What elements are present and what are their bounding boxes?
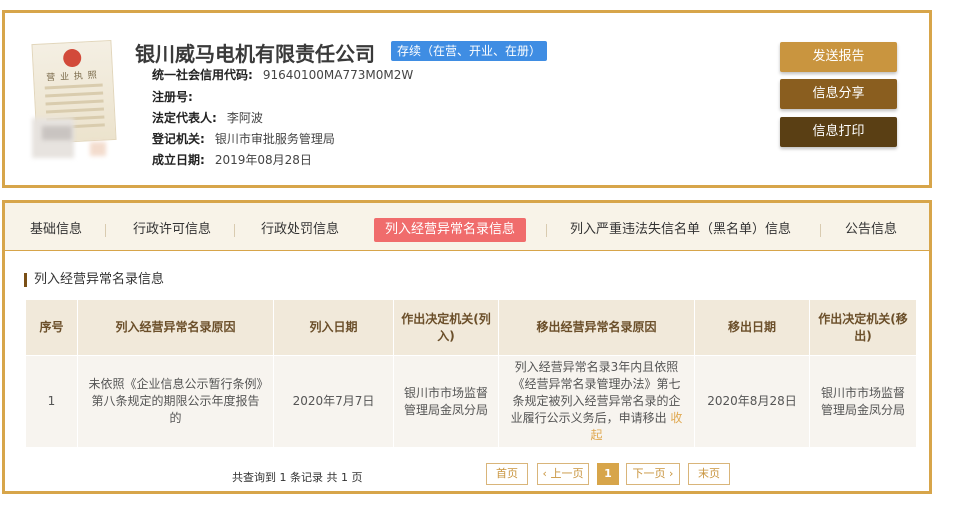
tab-divider <box>234 224 235 237</box>
blurred-region <box>42 126 72 140</box>
tab-divider <box>820 224 821 237</box>
info-label: 登记机关: <box>152 132 205 146</box>
info-registration-number: 注册号: <box>152 88 203 105</box>
info-credit-code: 统一社会信用代码: 91640100MA773M0M2W <box>152 66 413 83</box>
company-name: 银川威马电机有限责任公司 <box>135 42 375 66</box>
license-title: 营 业 执 照 <box>45 70 99 84</box>
national-emblem-icon <box>62 48 82 68</box>
info-value: 李阿波 <box>226 111 263 125</box>
cell-remove-reason: 列入经营异常名录3年内且依照《经营异常名录管理办法》第七条规定被列入经营异常名录… <box>498 355 695 448</box>
blurred-region <box>90 142 106 156</box>
column-header: 移出日期 <box>694 299 810 356</box>
info-label: 成立日期: <box>152 153 205 167</box>
info-value: 2019年08月28日 <box>214 153 312 167</box>
tab-admin-license[interactable]: 行政许可信息 <box>122 218 222 242</box>
cell-date-out: 2020年8月28日 <box>694 355 810 448</box>
info-value: 银川市审批服务管理局 <box>214 132 335 146</box>
table-row: 1 未依照《企业信息公示暂行条例》第八条规定的期限公示年度报告的 2020年7月… <box>25 355 917 448</box>
column-header: 列入经营异常名录原因 <box>77 299 274 356</box>
info-label: 法定代表人: <box>152 111 217 125</box>
tab-blacklist[interactable]: 列入严重违法失信名单（黑名单）信息 <box>559 218 802 242</box>
status-badge: 存续（在营、开业、在册） <box>391 41 548 61</box>
column-header: 作出决定机关(移出) <box>809 299 917 356</box>
section-title: 列入经营异常名录信息 <box>24 273 164 287</box>
share-info-button[interactable]: 信息分享 <box>780 79 897 109</box>
current-page-button[interactable]: 1 <box>597 463 619 485</box>
tab-announcements[interactable]: 公告信息 <box>834 218 908 242</box>
info-registration-authority: 登记机关: 银川市审批服务管理局 <box>152 130 335 147</box>
first-page-button[interactable]: 首页 <box>486 463 528 485</box>
table-header-row: 序号 列入经营异常名录原因 列入日期 作出决定机关(列入) 移出经营异常名录原因… <box>25 299 917 356</box>
info-legal-representative: 法定代表人: 李阿波 <box>152 109 263 126</box>
tab-abnormal-operation[interactable]: 列入经营异常名录信息 <box>374 218 527 242</box>
next-page-button[interactable]: 下一页 › <box>626 463 680 485</box>
abnormal-list-table: 序号 列入经营异常名录原因 列入日期 作出决定机关(列入) 移出经营异常名录原因… <box>25 299 917 448</box>
info-value: 91640100MA773M0M2W <box>262 68 414 82</box>
cell-authority-in: 银川市市场监督管理局金凤分局 <box>393 355 499 448</box>
tab-bar: 基础信息 行政许可信息 行政处罚信息 列入经营异常名录信息 列入严重违法失信名单… <box>5 203 929 251</box>
pagination-summary: 共查询到 1 条记录 共 1 页 <box>232 471 363 484</box>
cell-index: 1 <box>25 355 78 448</box>
send-report-button[interactable]: 发送报告 <box>780 42 897 72</box>
details-panel: 基础信息 行政许可信息 行政处罚信息 列入经营异常名录信息 列入严重违法失信名单… <box>2 200 932 494</box>
info-label: 注册号: <box>152 90 193 104</box>
tab-divider <box>546 224 547 237</box>
info-established-date: 成立日期: 2019年08月28日 <box>152 151 312 168</box>
cell-date-in: 2020年7月7日 <box>273 355 394 448</box>
prev-page-button[interactable]: ‹ 上一页 <box>537 463 589 485</box>
column-header: 移出经营异常名录原因 <box>498 299 695 356</box>
column-header: 列入日期 <box>273 299 394 356</box>
tab-admin-penalty[interactable]: 行政处罚信息 <box>250 218 350 242</box>
info-label: 统一社会信用代码: <box>152 68 253 82</box>
column-header: 序号 <box>25 299 78 356</box>
tab-divider <box>105 224 106 237</box>
cell-authority-out: 银川市市场监督管理局金凤分局 <box>809 355 917 448</box>
last-page-button[interactable]: 末页 <box>688 463 730 485</box>
remove-reason-text: 列入经营异常名录3年内且依照《经营异常名录管理办法》第七条规定被列入经营异常名录… <box>510 360 681 425</box>
column-header: 作出决定机关(列入) <box>393 299 499 356</box>
print-info-button[interactable]: 信息打印 <box>780 117 897 147</box>
cell-reason: 未依照《企业信息公示暂行条例》第八条规定的期限公示年度报告的 <box>77 355 274 448</box>
tab-basic-info[interactable]: 基础信息 <box>19 218 93 242</box>
